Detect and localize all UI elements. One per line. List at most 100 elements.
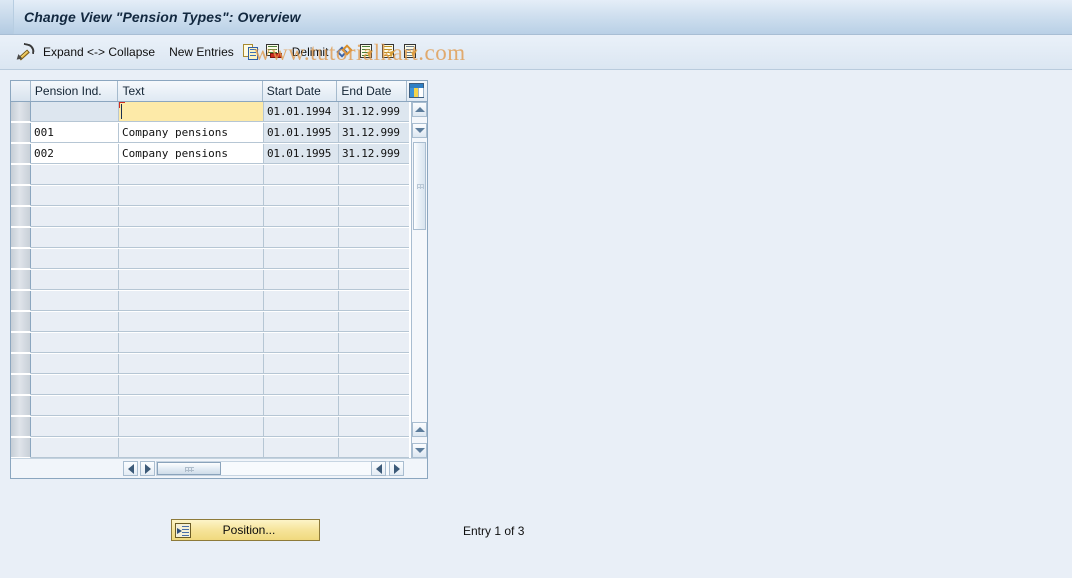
table-cell-empty[interactable] <box>119 354 264 374</box>
header-row-selector-corner[interactable] <box>11 81 31 101</box>
table-cell-empty[interactable] <box>31 291 119 311</box>
table-cell-empty[interactable] <box>264 396 339 416</box>
table-cell-empty[interactable] <box>119 396 264 416</box>
table-cell-empty[interactable] <box>339 207 409 227</box>
table-cell-empty[interactable] <box>264 417 339 437</box>
table-cell-empty[interactable] <box>119 228 264 248</box>
row-selector-button[interactable] <box>11 291 31 311</box>
table-cell-text[interactable]: Company pensions <box>119 123 264 143</box>
table-cell-empty[interactable] <box>119 375 264 395</box>
table-row[interactable] <box>11 207 427 228</box>
new-entries-button[interactable]: New Entries <box>162 40 241 64</box>
table-cell-empty[interactable] <box>119 186 264 206</box>
table-cell-empty[interactable] <box>264 270 339 290</box>
table-cell-empty[interactable] <box>339 354 409 374</box>
scroll-up-button[interactable] <box>412 102 427 117</box>
row-selector-button[interactable] <box>11 144 31 164</box>
table-cell-empty[interactable] <box>31 312 119 332</box>
row-selector-button[interactable] <box>11 249 31 269</box>
row-selector-button[interactable] <box>11 186 31 206</box>
table-cell-empty[interactable] <box>31 333 119 353</box>
table-cell-text[interactable]: Company pensions <box>119 144 264 164</box>
hscroll-left-button[interactable] <box>123 461 138 476</box>
column-header-text[interactable]: Text <box>118 81 263 101</box>
table-row[interactable] <box>11 417 427 438</box>
row-selector-button[interactable] <box>11 438 31 458</box>
row-selector-button[interactable] <box>11 396 31 416</box>
table-cell-empty[interactable] <box>119 291 264 311</box>
row-selector-button[interactable] <box>11 270 31 290</box>
table-cell-ed[interactable]: 31.12.999 <box>339 123 409 143</box>
table-cell-empty[interactable] <box>264 165 339 185</box>
table-cell-empty[interactable] <box>119 270 264 290</box>
table-cell-empty[interactable] <box>264 354 339 374</box>
table-cell-empty[interactable] <box>119 333 264 353</box>
column-header-end-date[interactable]: End Date <box>337 81 408 101</box>
table-row[interactable] <box>11 375 427 396</box>
table-row[interactable] <box>11 354 427 375</box>
table-cell-empty[interactable] <box>264 333 339 353</box>
delimit-button[interactable]: Delimit <box>285 40 336 64</box>
table-cell-empty[interactable] <box>264 207 339 227</box>
table-cell-empty[interactable] <box>264 228 339 248</box>
table-cell-empty[interactable] <box>339 375 409 395</box>
table-row[interactable] <box>11 249 427 270</box>
table-cell-empty[interactable] <box>339 249 409 269</box>
table-settings-icon[interactable] <box>407 81 427 101</box>
table-row[interactable] <box>11 333 427 354</box>
table-cell-empty[interactable] <box>31 186 119 206</box>
row-selector-button[interactable] <box>11 228 31 248</box>
table-row[interactable] <box>11 186 427 207</box>
table-row[interactable]: 002 Company pensions 01.01.1995 31.12.999 <box>11 144 427 165</box>
table-cell-empty[interactable] <box>31 270 119 290</box>
pencil-icon[interactable] <box>14 40 36 64</box>
table-cell-empty[interactable] <box>264 375 339 395</box>
table-row[interactable] <box>11 270 427 291</box>
table-cell-empty[interactable] <box>339 291 409 311</box>
table-cell-ind[interactable]: 001 <box>31 123 119 143</box>
table-cell-empty[interactable] <box>119 438 264 458</box>
table-cell-empty[interactable] <box>31 354 119 374</box>
row-selector-button[interactable] <box>11 333 31 353</box>
table-cell-empty[interactable] <box>339 270 409 290</box>
hscroll-right-button-2[interactable] <box>389 461 404 476</box>
horizontal-scroll-thumb[interactable] <box>157 462 221 475</box>
table-horizontal-scrollbar[interactable] <box>11 458 427 478</box>
table-cell-empty[interactable] <box>119 417 264 437</box>
scroll-page-down-button[interactable] <box>412 422 427 437</box>
table-cell-empty[interactable] <box>339 438 409 458</box>
table-cell-sd[interactable]: 01.01.1995 <box>264 144 339 164</box>
table-cell-sd[interactable]: 01.01.1994 <box>264 102 339 122</box>
table-cell-empty[interactable] <box>31 396 119 416</box>
row-selector-button[interactable] <box>11 123 31 143</box>
table-cell-empty[interactable] <box>31 165 119 185</box>
table-row[interactable] <box>11 228 427 249</box>
table-cell-empty[interactable] <box>31 249 119 269</box>
row-selector-button[interactable] <box>11 375 31 395</box>
table-vertical-scrollbar[interactable] <box>411 102 427 458</box>
table-cell-empty[interactable] <box>31 375 119 395</box>
table-cell-empty[interactable] <box>339 165 409 185</box>
table-row[interactable] <box>11 396 427 417</box>
hscroll-track[interactable] <box>156 461 396 476</box>
table-cell-ind[interactable]: 002 <box>31 144 119 164</box>
table-cell-empty[interactable] <box>264 186 339 206</box>
delimit-diamond-icon[interactable] <box>335 40 357 64</box>
table-cell-empty[interactable] <box>339 312 409 332</box>
table-cell-empty[interactable] <box>264 312 339 332</box>
table-cell-empty[interactable] <box>339 417 409 437</box>
table-cell-ed[interactable]: 31.12.999 <box>339 102 409 122</box>
table-cell-empty[interactable] <box>264 291 339 311</box>
row-selector-button[interactable] <box>11 354 31 374</box>
table-cell-empty[interactable] <box>119 165 264 185</box>
expand-collapse-button[interactable]: Expand <-> Collapse <box>36 40 162 64</box>
next-entry-icon[interactable] <box>401 40 423 64</box>
row-selector-button[interactable] <box>11 102 31 122</box>
hscroll-right-button[interactable] <box>140 461 155 476</box>
row-selector-button[interactable] <box>11 312 31 332</box>
column-header-start-date[interactable]: Start Date <box>262 81 338 101</box>
table-cell-empty[interactable] <box>339 186 409 206</box>
table-cell-empty[interactable] <box>264 249 339 269</box>
table-cell-empty[interactable] <box>31 417 119 437</box>
row-selector-button[interactable] <box>11 207 31 227</box>
